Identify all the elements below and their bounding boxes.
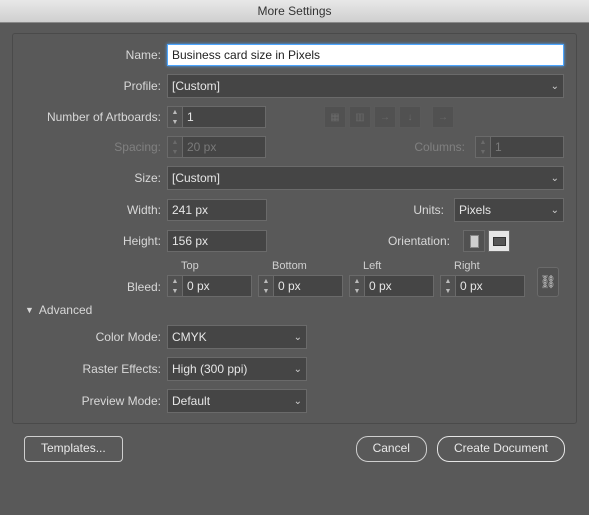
advanced-label: Advanced (39, 303, 92, 317)
chevron-down-icon: ⌄ (294, 396, 302, 407)
size-value: [Custom] (172, 171, 220, 185)
colormode-label: Color Mode: (25, 330, 167, 344)
triangle-down-icon: ▼ (25, 305, 34, 315)
profile-select[interactable]: [Custom] ⌄ (167, 74, 564, 98)
arrange-ltr-icon: → (432, 106, 454, 128)
units-label: Units: (413, 203, 450, 217)
chevron-down-icon: ⌄ (294, 364, 302, 375)
grid-by-col-icon: ▥ (349, 106, 371, 128)
preview-value: Default (172, 394, 210, 408)
arrange-down-icon: ↓ (399, 106, 421, 128)
bleed-bottom-stepper[interactable]: ▲▼ (258, 275, 273, 297)
raster-value: High (300 ppi) (172, 362, 247, 376)
bleed-top-input[interactable] (182, 275, 252, 297)
orientation-label: Orientation: (388, 234, 456, 248)
templates-button[interactable]: Templates... (24, 436, 123, 462)
grid-by-row-icon: ▦ (324, 106, 346, 128)
height-label: Height: (25, 234, 167, 248)
columns-input (490, 136, 564, 158)
spacing-stepper: ▲▼ (167, 136, 182, 158)
preview-select[interactable]: Default ⌄ (167, 389, 307, 413)
bleed-bottom-label: Bottom (258, 260, 343, 272)
settings-panel: Name: Profile: [Custom] ⌄ Number of Artb… (12, 33, 577, 424)
spacing-label: Spacing: (25, 140, 167, 154)
chevron-down-icon: ⌄ (551, 205, 559, 216)
advanced-toggle[interactable]: ▼ Advanced (25, 303, 564, 317)
artboards-stepper[interactable]: ▲▼ (167, 106, 182, 128)
width-input[interactable] (167, 199, 267, 221)
preview-label: Preview Mode: (25, 394, 167, 408)
bleed-right-input[interactable] (455, 275, 525, 297)
bleed-top-label: Top (167, 260, 252, 272)
window-title: More Settings (0, 0, 589, 23)
size-label: Size: (25, 171, 167, 185)
bleed-left-input[interactable] (364, 275, 434, 297)
orientation-portrait-button[interactable] (463, 230, 485, 252)
width-label: Width: (25, 203, 167, 217)
spacing-input (182, 136, 266, 158)
units-value: Pixels (459, 203, 491, 217)
chevron-down-icon: ⌄ (294, 332, 302, 343)
columns-label: Columns: (414, 140, 471, 154)
orientation-landscape-button[interactable] (488, 230, 510, 252)
arrange-right-icon: → (374, 106, 396, 128)
bleed-left-label: Left (349, 260, 434, 272)
units-select[interactable]: Pixels ⌄ (454, 198, 564, 222)
raster-select[interactable]: High (300 ppi) ⌄ (167, 357, 307, 381)
colormode-select[interactable]: CMYK ⌄ (167, 325, 307, 349)
artboards-input[interactable] (182, 106, 266, 128)
raster-label: Raster Effects: (25, 362, 167, 376)
artboards-label: Number of Artboards: (25, 110, 167, 124)
name-label: Name: (25, 48, 167, 62)
chevron-down-icon: ⌄ (551, 81, 559, 92)
bleed-label: Bleed: (25, 280, 167, 297)
chevron-down-icon: ⌄ (551, 173, 559, 184)
bleed-right-label: Right (440, 260, 525, 272)
bleed-right-stepper[interactable]: ▲▼ (440, 275, 455, 297)
name-input[interactable] (167, 44, 564, 66)
columns-stepper: ▲▼ (475, 136, 490, 158)
cancel-button[interactable]: Cancel (356, 436, 427, 462)
link-bleed-icon[interactable]: ⛓ (537, 267, 559, 297)
create-document-button[interactable]: Create Document (437, 436, 565, 462)
bleed-bottom-input[interactable] (273, 275, 343, 297)
height-input[interactable] (167, 230, 267, 252)
bleed-left-stepper[interactable]: ▲▼ (349, 275, 364, 297)
size-select[interactable]: [Custom] ⌄ (167, 166, 564, 190)
profile-value: [Custom] (172, 79, 220, 93)
colormode-value: CMYK (172, 330, 207, 344)
profile-label: Profile: (25, 79, 167, 93)
bleed-top-stepper[interactable]: ▲▼ (167, 275, 182, 297)
